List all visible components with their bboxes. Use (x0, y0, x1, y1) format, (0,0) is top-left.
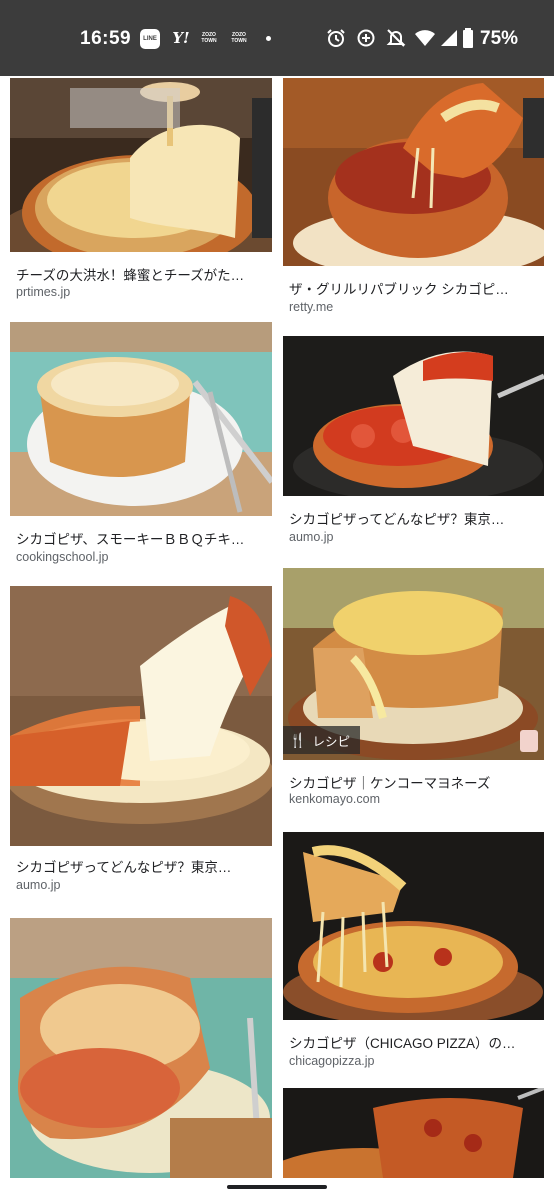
result-source[interactable]: aumo.jp (16, 878, 60, 892)
image-result[interactable]: シカゴピザ（CHICAGO PIZZA）の… chicagopizza.jp (283, 832, 544, 1070)
image-result[interactable]: シカゴピザってどんなピザ？東京… aumo.jp (10, 586, 272, 898)
result-caption[interactable]: シカゴピザってどんなピザ？東京… (289, 508, 540, 528)
image-result[interactable]: 🍴 レシピ シカゴピザ｜ケンコーマヨネーズ kenkomayo.com (283, 568, 544, 812)
restaurant-icon: 🍴 (289, 731, 307, 748)
result-caption[interactable]: チーズの大洪水！蜂蜜とチーズがた… (16, 264, 268, 284)
result-caption[interactable]: シカゴピザ｜ケンコーマヨネーズ (289, 772, 540, 792)
battery-percent: 75% (480, 28, 519, 49)
result-thumbnail[interactable] (283, 78, 544, 266)
image-result[interactable]: シカゴピザってどんなピザ？東京… aumo.jp (283, 336, 544, 558)
image-result[interactable] (283, 1088, 544, 1188)
data-saver-icon (356, 28, 376, 48)
recipe-badge-label: レシピ (312, 734, 350, 749)
status-time: 16:59 (80, 28, 132, 49)
result-thumbnail[interactable] (10, 918, 272, 1178)
yahoo-icon: Y! (172, 29, 190, 47)
recipe-badge: 🍴 レシピ (283, 726, 360, 754)
result-thumbnail[interactable] (283, 336, 544, 496)
result-source[interactable]: aumo.jp (289, 530, 333, 544)
image-result[interactable] (10, 918, 272, 1178)
dot-icon (264, 34, 272, 42)
battery-icon (462, 28, 474, 48)
source-logo-icon (520, 730, 538, 752)
result-source[interactable]: cookingschool.jp (16, 550, 108, 564)
result-thumbnail[interactable] (10, 322, 272, 516)
result-thumbnail[interactable]: 🍴 レシピ (283, 568, 544, 760)
result-caption[interactable]: シカゴピザってどんなピザ？東京… (16, 856, 268, 876)
result-source[interactable]: retty.me (289, 300, 333, 314)
result-caption[interactable]: ザ・グリルリパブリック シカゴピ… (289, 278, 540, 298)
result-thumbnail[interactable] (283, 832, 544, 1020)
result-thumbnail[interactable] (283, 1088, 544, 1178)
image-result[interactable]: チーズの大洪水！蜂蜜とチーズがた… prtimes.jp (10, 78, 272, 308)
status-bar: 16:59 LINE Y! ZOZO TOWN ZOZO TOWN 75% (0, 0, 554, 76)
result-caption[interactable]: シカゴピザ、スモーキーＢＢＱチキ… (16, 528, 268, 548)
image-result[interactable]: シカゴピザ、スモーキーＢＢＱチキ… cookingschool.jp (10, 322, 272, 574)
zozotown-icon: ZOZO TOWN (231, 32, 247, 44)
image-result[interactable]: ザ・グリルリパブリック シカゴピ… retty.me (283, 78, 544, 322)
result-caption[interactable]: シカゴピザ（CHICAGO PIZZA）の… (289, 1032, 540, 1052)
signal-icon (440, 28, 458, 48)
result-source[interactable]: kenkomayo.com (289, 792, 380, 806)
home-indicator[interactable] (227, 1185, 327, 1189)
notifications-off-icon (386, 28, 406, 48)
result-thumbnail[interactable] (10, 78, 272, 252)
alarm-icon (326, 28, 346, 48)
zozotown-icon: ZOZO TOWN (201, 32, 217, 44)
result-source[interactable]: prtimes.jp (16, 285, 70, 299)
result-source[interactable]: chicagopizza.jp (289, 1054, 374, 1068)
line-icon: LINE (140, 29, 160, 49)
result-thumbnail[interactable] (10, 586, 272, 846)
wifi-icon (414, 28, 436, 48)
